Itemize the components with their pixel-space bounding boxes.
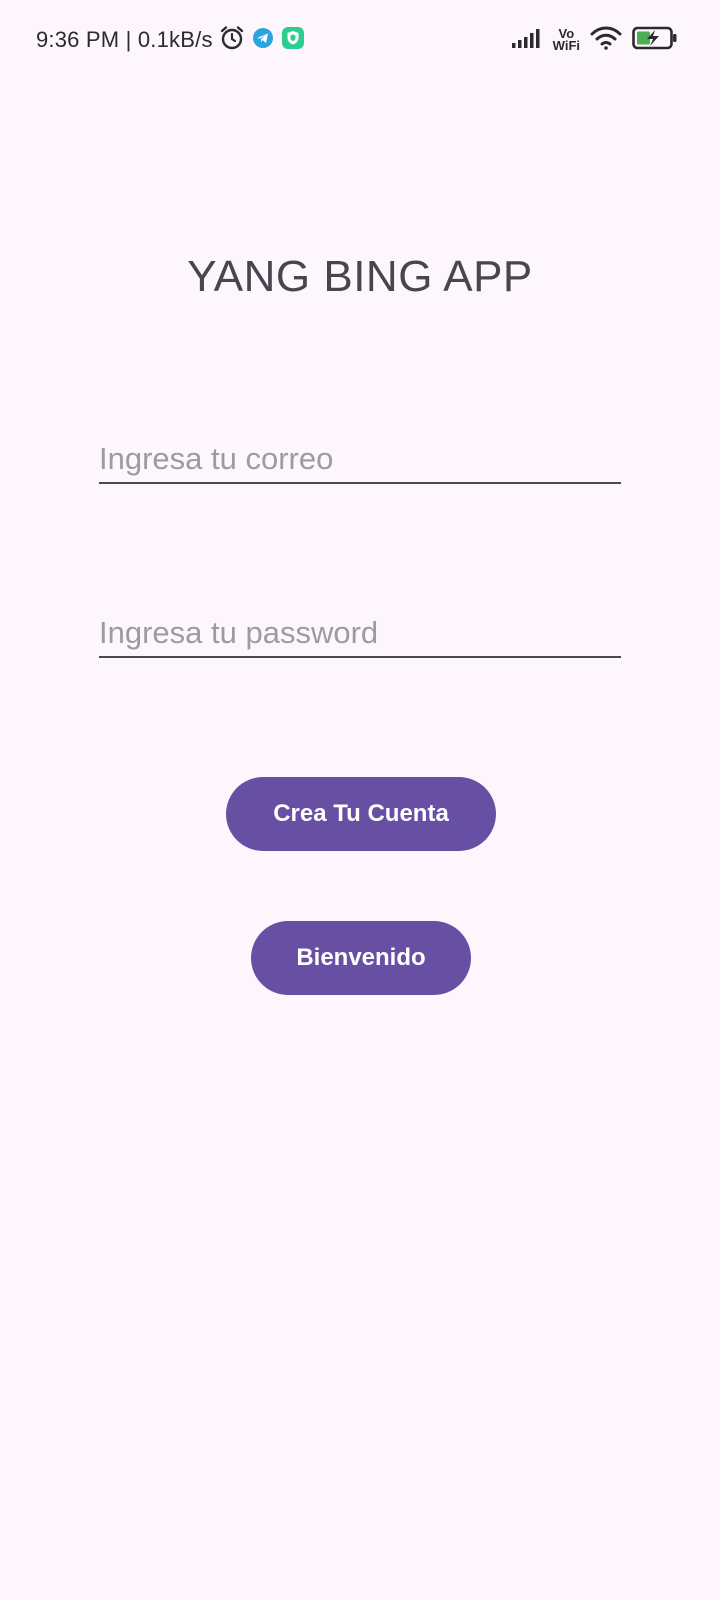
shield-app-icon [281,26,305,55]
create-account-button[interactable]: Crea Tu Cuenta [226,777,496,851]
status-bar-right: Vo WiFi [511,24,678,56]
telegram-icon [251,26,275,55]
password-field-container [99,610,621,658]
status-bar-left: 9:36 PM | 0.1kB/s [36,24,305,56]
email-field-container [99,436,621,484]
status-time-network-speed: 9:36 PM | 0.1kB/s [36,27,213,52]
signal-icon [511,27,543,54]
vowifi-indicator: Vo WiFi [552,27,580,53]
app-title: YANG BING APP [187,252,533,301]
wifi-icon [590,26,622,55]
vowifi-bottom-text: WiFi [552,38,580,53]
email-field[interactable] [99,436,621,482]
status-bar: 9:36 PM | 0.1kB/s Vo WiFi [0,0,720,80]
password-field[interactable] [99,610,621,656]
battery-charging-icon [632,26,678,55]
alarm-icon [219,25,245,56]
welcome-button[interactable]: Bienvenido [251,921,471,995]
